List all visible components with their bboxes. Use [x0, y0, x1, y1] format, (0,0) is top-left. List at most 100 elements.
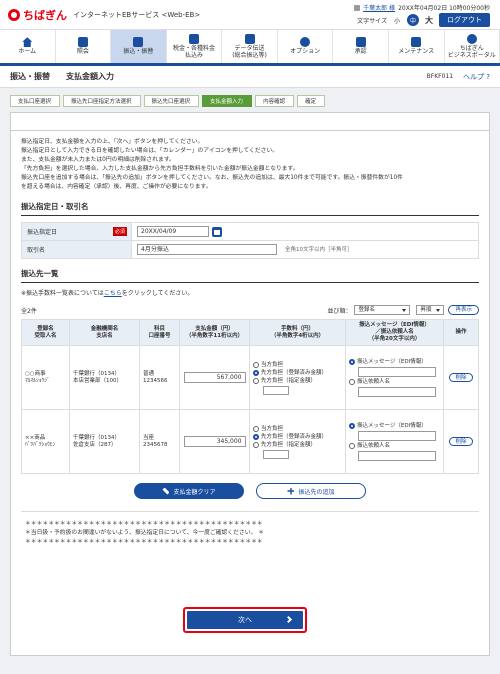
instruction-line: を超える場合は、内容確定（承認）後、再度、ご操作が必要になります。	[21, 184, 212, 190]
step: 振込先口座指定方法選択	[63, 95, 141, 107]
nav-approve[interactable]: 承認	[333, 30, 389, 63]
fee-option[interactable]: 先方負担（登録済み金額）	[253, 434, 342, 440]
nav-label: 税金・各種料金 払込み	[172, 44, 215, 59]
nav-transfer[interactable]: 振込・振替	[111, 30, 167, 63]
account-cell: 普通 1234566	[139, 345, 180, 410]
fee-option[interactable]: 先方負担（登録済み金額）	[253, 370, 342, 376]
font-size-large-button[interactable]: 大	[423, 14, 435, 26]
nav-data[interactable]: データ伝送 (総合振込等)	[222, 30, 278, 63]
nav-home[interactable]: ホーム	[0, 30, 56, 63]
nav-inquiry[interactable]: 照会	[56, 30, 112, 63]
plus-icon	[287, 487, 295, 495]
button-label: 次へ	[238, 616, 252, 624]
order-select[interactable]: 昇順	[416, 305, 445, 315]
nav-label: メンテナンス	[398, 48, 435, 56]
fee-option[interactable]: 先方負担（指定金額）	[253, 442, 342, 448]
fee-option[interactable]: 当方負担	[253, 426, 342, 432]
requester-name-input[interactable]	[358, 386, 436, 397]
fee-option[interactable]: 当方負担	[253, 362, 342, 368]
fee-list-link[interactable]: こちら	[104, 290, 122, 297]
delete-button[interactable]: 削除	[449, 373, 473, 382]
list-controls: 全2件 並び順： 登録名 昇順 再表示	[21, 305, 479, 315]
name-label: 取引名	[27, 247, 46, 254]
nav-option[interactable]: オプション	[278, 30, 334, 63]
add-payee-button[interactable]: 振込先の追加	[256, 483, 366, 499]
list-actions: 支払金額クリア 振込先の追加	[21, 483, 479, 499]
step: 確定	[297, 95, 326, 107]
fee-option-label: 先方負担（登録済み金額）	[261, 434, 328, 440]
bank-name: 千葉銀行（0134）	[73, 434, 120, 441]
transaction-name-input[interactable]: 4月分振込	[137, 244, 277, 255]
amount-input[interactable]: 345,000	[183, 436, 246, 447]
sort-select[interactable]: 登録名	[354, 305, 411, 315]
message-cell: 振込メッセージ（EDI情報） 振込依頼人名	[345, 345, 444, 410]
fee-note-text: ※振込手数料一覧表については	[21, 290, 104, 297]
main-nav: ホーム 照会 振込・振替 税金・各種料金 払込み データ伝送 (総合振込等) オ…	[0, 30, 500, 66]
edi-message-input[interactable]	[358, 366, 436, 377]
font-size-small-button[interactable]: 小	[391, 14, 403, 26]
table-row: ○○商事 ﾏﾙﾏﾙｼｮｳｼﾞ 千葉銀行（0134） 本店営業部（100） 普通 123…	[21, 345, 479, 410]
help-link[interactable]: ヘルプ ?	[463, 72, 490, 82]
col-header: 金融機関名 支店名	[69, 319, 140, 346]
instructions: 振込指定日、支払金額を入力の上、「次へ」ボタンを押してください。 振込指定日とし…	[21, 138, 479, 192]
message-option[interactable]: 振込依頼人名	[349, 378, 440, 385]
radio-icon	[349, 442, 355, 449]
fee-cell: 当方負担 先方負担（登録済み金額） 先方負担（指定金額）	[249, 409, 346, 474]
fee-option[interactable]: 先方負担（指定金額）	[253, 378, 342, 384]
transfer-date-input[interactable]: 20XX/04/09	[137, 226, 209, 237]
user-name[interactable]: 千葉太郎 様	[363, 3, 395, 12]
redisplay-button[interactable]: 再表示	[448, 305, 479, 315]
date-input-cell: 20XX/04/09	[131, 222, 479, 241]
option-icon	[300, 37, 311, 48]
header-controls: 文字サイズ 小 中 大 ログアウト	[357, 13, 490, 27]
nav-maintenance[interactable]: メンテナンス	[389, 30, 445, 63]
table-row: ××商品 ﾊﾞﾂﾊﾞﾂｼｮｳﾋﾝ 千葉銀行（0134） 佐倉支店（287） 当座 23…	[21, 409, 479, 474]
date-warning: ＊＊＊＊＊＊＊＊＊＊＊＊＊＊＊＊＊＊＊＊＊＊＊＊＊＊＊＊＊＊＊＊＊＊＊＊＊＊＊＊…	[21, 511, 479, 547]
instruction-line: 振込指定日、支払金額を入力の上、「次へ」ボタンを押してください。	[21, 139, 204, 145]
instruction-line: 「先方負担」を選択した場合、入力した支払金額から先方負担手数料を引いた金額が振込…	[21, 166, 299, 172]
reg-name-cell: ○○商事 ﾏﾙﾏﾙｼｮｳｼﾞ	[21, 345, 70, 410]
portal-icon	[466, 33, 477, 44]
warning-border: ＊＊＊＊＊＊＊＊＊＊＊＊＊＊＊＊＊＊＊＊＊＊＊＊＊＊＊＊＊＊＊＊＊＊＊＊＊＊＊＊…	[25, 521, 263, 527]
fee-amount-input[interactable]	[263, 450, 289, 459]
next-button[interactable]: 次へ	[187, 611, 303, 629]
edi-message-input[interactable]	[358, 430, 436, 441]
maintenance-icon	[411, 37, 422, 48]
reg-name-cell: ××商品 ﾊﾞﾂﾊﾞﾂｼｮｳﾋﾝ	[21, 409, 70, 474]
requester-name-input[interactable]	[358, 450, 436, 461]
calendar-icon[interactable]	[212, 226, 222, 237]
delete-button[interactable]: 削除	[449, 437, 473, 446]
font-size-mid-button[interactable]: 中	[407, 14, 419, 26]
name-input-cell: 4月分振込 全角10文字以内［半角可］	[131, 240, 479, 259]
document-icon	[77, 37, 88, 48]
nav-tax[interactable]: 税金・各種料金 払込み	[167, 30, 223, 63]
main-panel: 振込指定日、支払金額を入力の上、「次へ」ボタンを押してください。 振込指定日とし…	[10, 130, 490, 656]
home-icon	[22, 37, 33, 48]
nav-portal[interactable]: ちばぎん ビジネスポータル	[445, 30, 500, 63]
nav-label: 承認	[354, 48, 367, 56]
radio-selected-icon	[349, 358, 355, 365]
fee-amount-input[interactable]	[263, 386, 289, 395]
service-name: インターネットEBサービス <Web-EB>	[73, 11, 201, 19]
nav-label: 照会	[76, 48, 89, 56]
clear-amount-button[interactable]: 支払金額クリア	[134, 483, 244, 499]
fee-note-text: をクリックしてください。	[121, 290, 194, 297]
section-title: 振込・振替	[10, 72, 50, 81]
action-cell: 削除	[443, 409, 479, 474]
page: ちばぎん インターネットEBサービス <Web-EB> 千葉太郎 様 20XX年…	[0, 0, 500, 674]
message-option-label: 振込メッセージ（EDI情報）	[357, 422, 427, 429]
header: ちばぎん インターネットEBサービス <Web-EB> 千葉太郎 様 20XX年…	[0, 0, 500, 30]
chevron-right-icon	[284, 615, 293, 624]
eraser-icon	[162, 487, 170, 495]
step: 振込先口座選択	[143, 95, 200, 107]
message-option[interactable]: 振込メッセージ（EDI情報）	[349, 422, 440, 429]
recipient-name: ﾏﾙﾏﾙｼｮｳｼﾞ	[25, 377, 50, 384]
message-option[interactable]: 振込メッセージ（EDI情報）	[349, 358, 440, 365]
logout-button[interactable]: ログアウト	[439, 13, 490, 27]
amount-input[interactable]: 567,000	[183, 372, 246, 383]
message-option[interactable]: 振込依頼人名	[349, 442, 440, 449]
nav-label: ホーム	[18, 48, 37, 56]
required-badge: 必須	[112, 227, 127, 236]
col-header: 操作	[443, 319, 479, 346]
action-cell: 削除	[443, 345, 479, 410]
